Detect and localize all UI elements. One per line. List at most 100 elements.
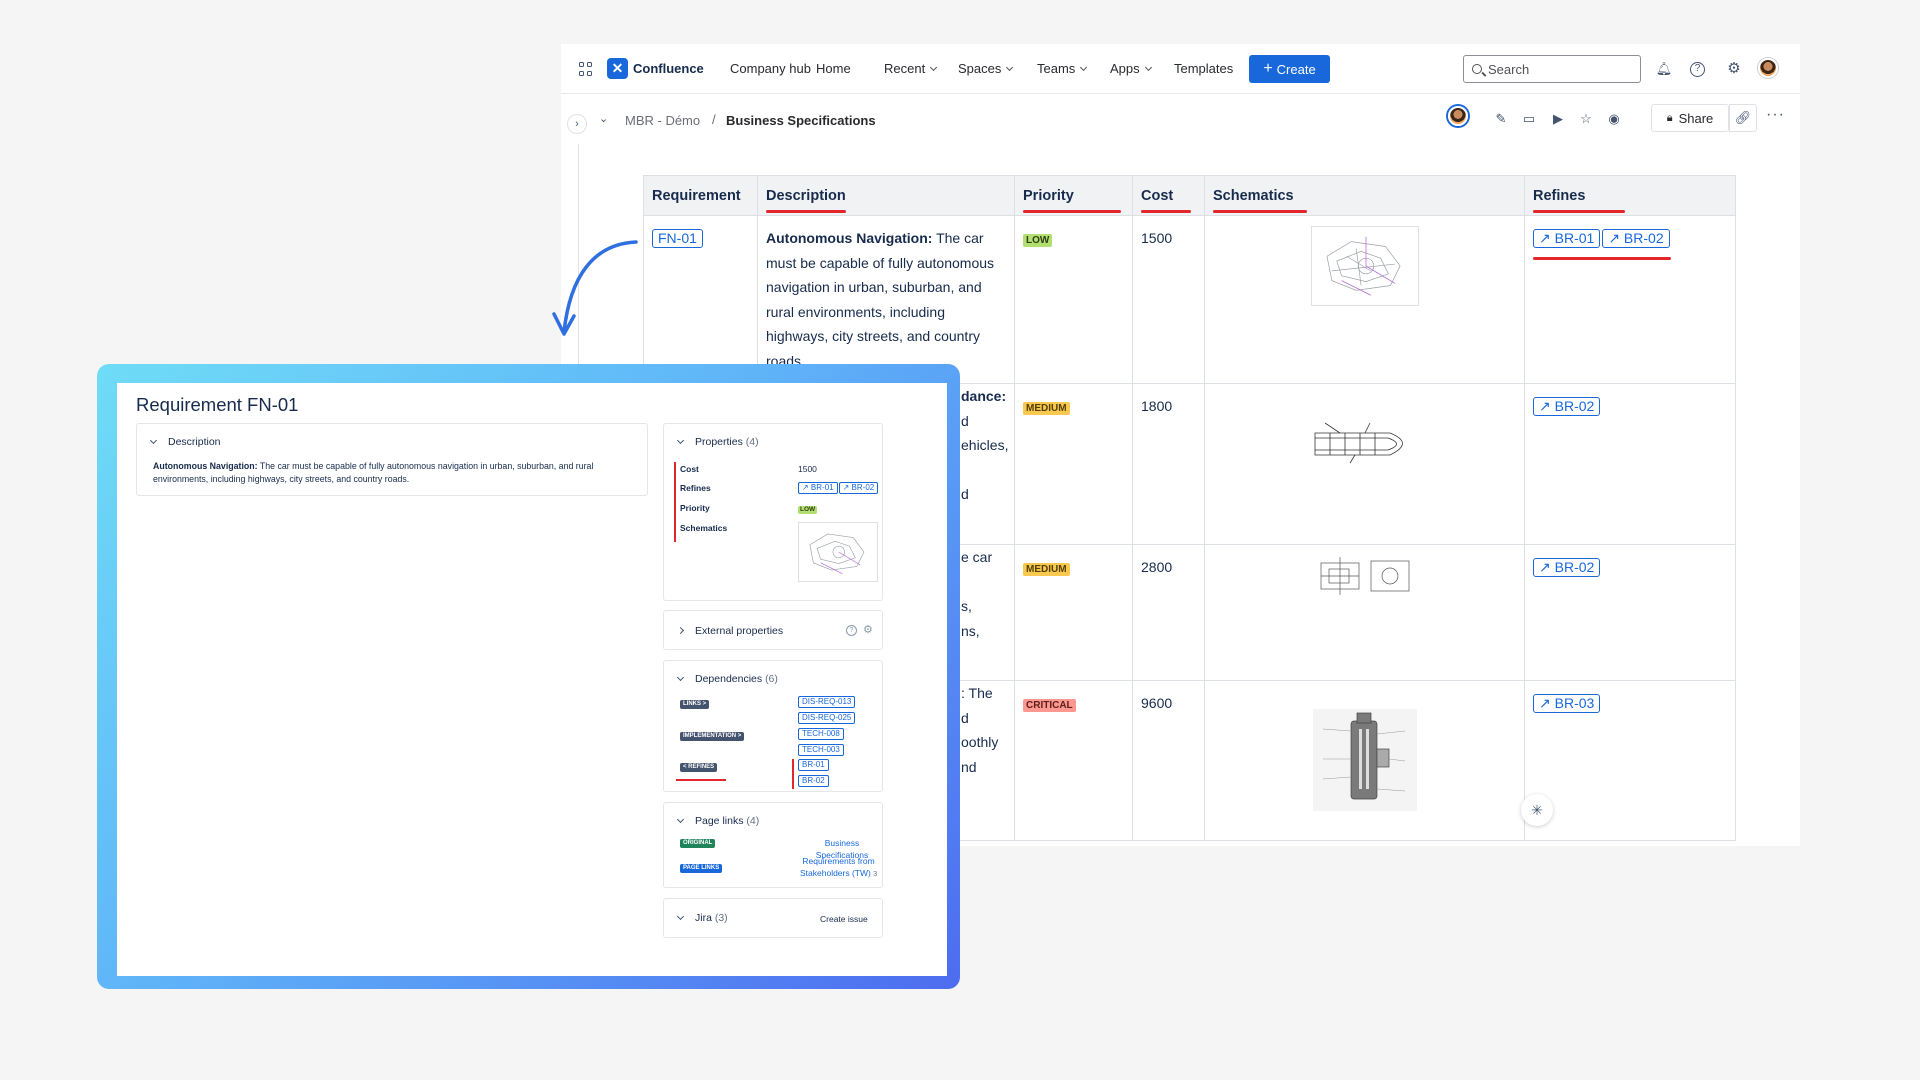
collaborator-avatar[interactable] [1448,106,1468,126]
refines-underline [1533,256,1671,260]
brand-name[interactable]: Confluence [633,61,704,76]
column-header-description[interactable]: Description [757,175,1015,216]
schematic-image[interactable] [1309,418,1420,468]
create-button[interactable]: + Create [1249,55,1330,83]
schematic-thumbnail[interactable] [798,522,878,582]
video-icon[interactable]: ▶ [1549,110,1567,128]
cost-cell: 1500 [1132,215,1205,384]
nav-templates[interactable]: Templates [1174,61,1233,76]
link-icon[interactable]: 🔗︎ [1729,104,1757,132]
dependency-tag[interactable]: BR-01 [798,759,829,771]
nav-recent[interactable]: Recent [884,61,938,76]
help-icon[interactable]: ? [1690,62,1705,77]
gear-icon[interactable]: ⚙ [1725,60,1743,78]
more-icon[interactable]: ··· [1766,106,1785,124]
schematic-image[interactable] [1310,226,1419,306]
description-toggle[interactable]: Description [149,436,221,448]
properties-toggle[interactable]: Properties (4) [676,436,759,448]
chevron-down-icon [676,436,685,445]
refines-tag[interactable]: ↗ BR-02 [1602,229,1670,248]
nav-teams-label: Teams [1037,61,1076,76]
nav-spaces[interactable]: Spaces [958,61,1014,76]
top-navigation: ✕ Confluence Company hub Home Recent Spa… [561,44,1800,94]
refines-tag[interactable]: ↗ BR-02 [1533,397,1601,416]
highlight-bar [674,462,676,542]
chevron-down-icon[interactable]: ⌄ [599,112,608,125]
column-header-schematics[interactable]: Schematics [1204,175,1525,216]
gear-icon[interactable]: ⚙ [863,623,873,636]
table-header-row: Requirement Description Priority Cost Sc… [643,175,1736,216]
dependency-tag[interactable]: DIS-REQ-025 [798,712,856,724]
table-row: FN-01 Autonomous Navigation: The car mus… [643,215,1736,384]
page-links-card: Page links (4) ORIGINAL PAGE LINKS Busin… [663,802,883,888]
breadcrumb-separator: / [712,112,716,127]
schematics-cell [1204,383,1525,545]
nav-recent-label: Recent [884,61,926,76]
chevron-down-icon [930,63,938,72]
column-header-requirement[interactable]: Requirement [643,175,758,216]
refines-tag[interactable]: ↗ BR-03 [1533,694,1601,713]
page-links-toggle[interactable]: Page links (4) [676,815,759,827]
refines-tag[interactable]: ↗ BR-01 [798,482,838,494]
breadcrumb-space[interactable]: MBR - Démo [625,113,700,128]
comment-icon[interactable]: ▭ [1520,110,1538,128]
star-icon[interactable]: ☆ [1577,110,1595,128]
implementation-badge: IMPLEMENTATION > [680,732,745,741]
cost-cell: 9600 [1132,680,1205,841]
dependencies-toggle[interactable]: Dependencies (6) [676,673,778,685]
dependency-tag[interactable]: TECH-003 [798,744,844,756]
refines-cell: ↗ BR-02 [1524,383,1736,545]
nav-home[interactable]: Home [816,61,851,76]
expand-sidebar-button[interactable]: › [567,114,587,134]
original-badge: ORIGINAL [680,839,716,848]
nav-spaces-label: Spaces [958,61,1002,76]
schematics-cell [1204,544,1525,681]
column-header-cost[interactable]: Cost [1132,175,1205,216]
schematic-image[interactable] [1312,709,1417,811]
share-button[interactable]: 🔒︎ Share [1651,104,1729,132]
cost-cell: 1800 [1132,383,1205,545]
dependencies-card: Dependencies (6) LINKS > IMPLEMENTATION … [663,660,883,792]
chevron-down-icon [149,436,158,445]
cost-cell: 2800 [1132,544,1205,681]
description-cell: Autonomous Navigation: The car must be c… [757,215,1015,384]
dependency-tag[interactable]: DIS-REQ-013 [798,696,856,708]
bell-icon[interactable]: 🔔︎ [1655,60,1673,78]
help-icon[interactable]: ? [846,625,857,636]
sparkle-icon[interactable]: ✳ [1521,794,1553,826]
refines-tag[interactable]: ↗ BR-01 [1533,229,1601,248]
page-link-requirements[interactable]: Requirements from Stakeholders (TW) 3 [800,855,877,881]
external-properties-card: External properties ? ⚙ [663,610,883,650]
search-input[interactable]: Search [1463,55,1641,83]
nav-apps[interactable]: Apps [1110,61,1152,76]
schematic-image[interactable] [1314,555,1415,597]
breadcrumb-page[interactable]: Business Specifications [726,113,876,128]
requirement-tag[interactable]: FN-01 [652,229,703,248]
dependency-tag[interactable]: BR-02 [798,775,829,787]
eye-icon[interactable]: ◉ [1605,110,1623,128]
search-icon [1472,64,1482,74]
refines-tag[interactable]: ↗ BR-02 [1533,558,1601,577]
refines-cell: ↗ BR-01 ↗ BR-02 [1524,215,1736,384]
nav-teams[interactable]: Teams [1037,61,1088,76]
chevron-down-icon [676,912,685,921]
create-issue-button[interactable]: Create issue [820,914,868,924]
avatar[interactable] [1758,58,1778,78]
confluence-logo-icon[interactable]: ✕ [607,58,628,79]
jira-toggle[interactable]: Jira (3) [676,912,728,924]
edit-icon[interactable]: ✎ [1492,110,1510,128]
column-header-refines[interactable]: Refines [1524,175,1736,216]
external-properties-toggle[interactable]: External properties [676,625,783,637]
refines-label: Refines [680,483,711,493]
dependency-tag[interactable]: TECH-008 [798,728,844,740]
description-fragment: dance: d ehicles, d [961,388,1009,502]
description-fragment: e car s, ns, [961,549,993,639]
chevron-down-icon [676,673,685,682]
panel-title: Requirement FN-01 [136,394,299,415]
refines-tag[interactable]: ↗ BR-02 [838,482,879,494]
nav-company-hub[interactable]: Company hub [730,61,811,76]
description-text: The car must be capable of fully autonom… [766,230,995,369]
schematics-label: Schematics [680,523,728,533]
app-switcher-icon[interactable] [579,62,593,76]
column-header-priority[interactable]: Priority [1014,175,1133,216]
